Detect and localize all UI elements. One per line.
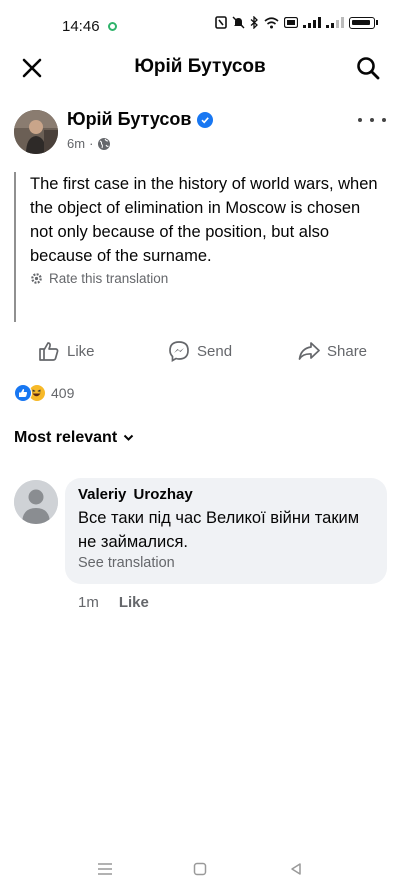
gear-icon [31, 273, 42, 284]
status-bar: 14:46 [0, 0, 400, 46]
battery-icon [349, 16, 375, 29]
home-button[interactable] [188, 857, 212, 881]
post-author-name[interactable]: Юрій Бутусов [67, 109, 214, 130]
verified-badge-icon [197, 111, 214, 128]
commenter-avatar[interactable] [14, 480, 58, 524]
like-reaction-icon [14, 384, 32, 402]
post-text: The first case in the history of world w… [30, 175, 378, 265]
mute-icon [232, 16, 245, 29]
post-actions: Like Send Share [0, 340, 400, 370]
recent-apps-button[interactable] [93, 857, 117, 881]
comment-bubble: Valeriy Urozhay Все таки під час Великої… [65, 478, 387, 584]
comment-author[interactable]: Valeriy Urozhay [78, 486, 374, 503]
back-button[interactable] [284, 857, 308, 881]
chevron-down-icon [123, 434, 134, 441]
rate-translation-label: Rate this translation [49, 271, 169, 286]
search-icon [357, 57, 380, 80]
comment-footer: 1m Like [78, 594, 149, 611]
post-time: 6m [67, 136, 86, 151]
post-meta: 6m · [67, 136, 111, 151]
post-body: The first case in the history of world w… [14, 172, 386, 322]
like-label: Like [67, 342, 95, 360]
bluetooth-icon [250, 16, 258, 29]
messenger-icon [169, 341, 189, 362]
search-button[interactable] [352, 52, 384, 84]
comment-text: Все таки під час Великої війни таким не … [78, 509, 360, 551]
system-nav-bar [0, 849, 400, 889]
author-avatar[interactable] [14, 110, 58, 154]
reaction-count: 409 [51, 385, 75, 401]
rate-translation-link[interactable]: Rate this translation [30, 271, 386, 286]
like-button[interactable]: Like [38, 340, 95, 362]
comment-like-button[interactable]: Like [119, 594, 149, 611]
share-icon [298, 342, 320, 360]
send-button[interactable]: Send [168, 340, 232, 362]
thumbs-up-icon [39, 342, 59, 361]
volte-icon [284, 17, 298, 28]
post-header: Юрій Бутусов 6m · [0, 106, 400, 162]
default-avatar-icon [14, 480, 58, 524]
wifi-icon [264, 16, 279, 28]
page-title: Юрій Бутусов [134, 56, 266, 77]
author-name-text: Юрій Бутусов [67, 109, 192, 129]
more-options-button[interactable] [358, 110, 386, 130]
globe-icon [98, 137, 111, 150]
square-icon [193, 862, 207, 876]
status-time: 14:46 [62, 18, 100, 35]
status-dot-icon [108, 22, 117, 31]
send-label: Send [197, 342, 233, 360]
comment-time: 1m [78, 594, 99, 611]
share-label: Share [327, 342, 368, 360]
back-triangle-icon [291, 863, 301, 875]
top-app-bar: Юрій Бутусов [0, 46, 400, 90]
see-translation-link[interactable]: See translation [78, 555, 374, 571]
nfc-icon [215, 16, 227, 29]
share-button[interactable]: Share [298, 340, 367, 362]
status-icons [215, 16, 378, 29]
more-dots-icon [358, 118, 362, 122]
sort-label: Most relevant [14, 429, 118, 446]
menu-icon [98, 863, 112, 875]
signal-icon [303, 17, 321, 28]
signal-icon [326, 17, 344, 28]
comments-sort-dropdown[interactable]: Most relevant [14, 429, 134, 447]
reactions-summary[interactable]: 409 [14, 384, 74, 402]
